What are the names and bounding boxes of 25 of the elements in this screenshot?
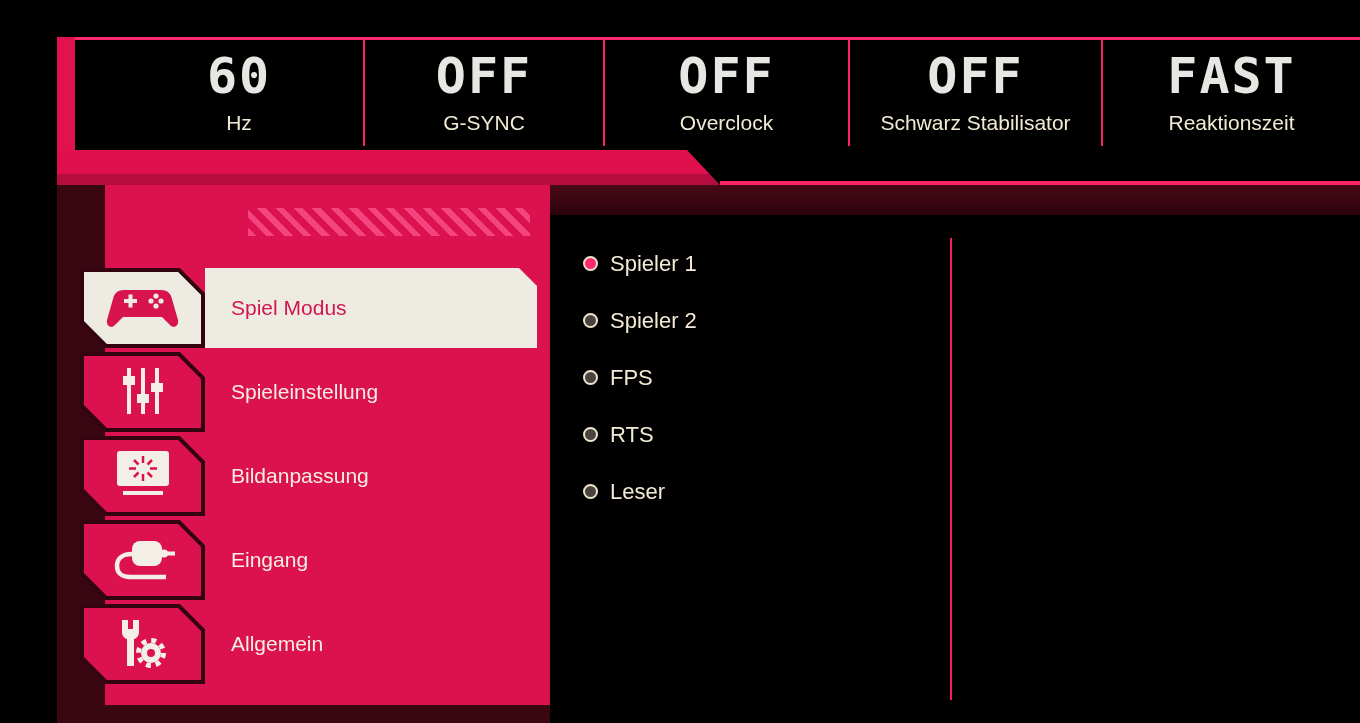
option-item[interactable]: RTS [583,406,654,463]
status-label: Hz [226,110,252,136]
menu-item[interactable]: Spieleinstellung [80,352,537,432]
wrench-gear-icon [80,604,205,684]
status-value: OFF [678,54,775,98]
menu-item[interactable]: Allgemein [80,604,537,684]
status-label: Schwarz Stabilisator [880,110,1071,136]
option-item[interactable]: FPS [583,349,653,406]
monitor-icon [80,436,205,516]
menu-item[interactable]: Eingang [80,520,537,600]
option-item[interactable]: Leser [583,463,666,520]
status-label: G-SYNC [443,110,525,136]
status-label: Overclock [679,110,774,136]
sliders-icon [80,352,205,432]
cable-icon [80,520,205,600]
status-value: FAST [1167,54,1296,98]
status-value: 60 [206,54,272,98]
option-item[interactable]: Spieler 2 [583,292,697,349]
status-label: Reaktionszeit [1168,110,1295,136]
option-item[interactable]: Spieler 1 [583,235,697,292]
status-value: OFF [927,54,1024,98]
status-value: OFF [435,54,533,98]
gamepad-icon [80,268,205,348]
menu-item[interactable]: Bildanpassung [80,436,537,516]
menu-item[interactable]: Spiel Modus [80,268,537,348]
